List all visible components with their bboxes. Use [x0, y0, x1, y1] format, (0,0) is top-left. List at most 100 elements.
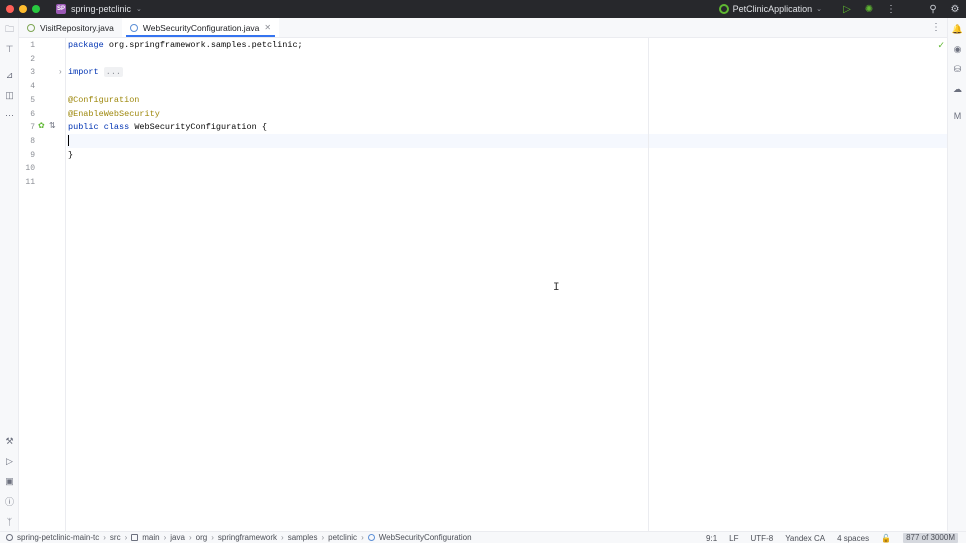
line-number: 9: [30, 150, 35, 160]
code-line-6: @Configuration: [68, 94, 139, 108]
search-icon[interactable]: ⚲: [922, 4, 944, 15]
line-number: 5: [30, 95, 35, 105]
breadcrumb: spring-petclinic-main-tc › src › main › …: [6, 533, 472, 542]
line-number: 1: [30, 41, 35, 50]
status-bar: spring-petclinic-main-tc › src › main › …: [0, 531, 966, 543]
commit-icon[interactable]: ⊤: [4, 44, 15, 55]
module-icon: [6, 534, 13, 541]
minimize-window-button[interactable]: [19, 5, 27, 13]
keyword-package: package: [68, 40, 104, 50]
fold-expand-icon[interactable]: ›: [59, 67, 62, 76]
code-line-3: import ...: [68, 66, 124, 80]
debug-icon[interactable]: ✺: [858, 4, 880, 15]
code-line-7: @EnableWebSecurity: [68, 108, 160, 122]
folded-imports[interactable]: ...: [103, 67, 124, 78]
tab-visit-repository[interactable]: VisitRepository.java: [19, 18, 122, 37]
status-widgets: 9:1 LF UTF-8 Yandex CA 4 spaces 🔓 877 of…: [706, 532, 958, 543]
annotation-configuration: @Configuration: [68, 94, 140, 105]
breadcrumb-item[interactable]: WebSecurityConfiguration: [379, 533, 472, 542]
problems-icon[interactable]: ⓘ: [4, 496, 15, 507]
code-line-8: public class WebSecurityConfiguration {: [68, 121, 267, 135]
breadcrumb-item[interactable]: main: [142, 533, 159, 542]
right-margin-guide: [648, 38, 649, 531]
project-name: spring-petclinic: [71, 4, 132, 14]
breadcrumb-item[interactable]: spring-petclinic-main-tc: [17, 533, 99, 542]
spring-bean-icon[interactable]: ✿: [38, 121, 45, 130]
folder-icon: [131, 534, 139, 541]
run-toolbar: PetClinicApplication ⌄ ▷ ✺ ⋮ ⚲ ⚙: [718, 0, 966, 18]
breadcrumb-item[interactable]: samples: [288, 533, 318, 542]
breadcrumb-item[interactable]: src: [110, 533, 121, 542]
interface-icon: [27, 23, 35, 32]
breadcrumb-separator: ›: [321, 533, 325, 542]
breadcrumb-item[interactable]: java: [170, 533, 185, 542]
git-icon[interactable]: ᛉ: [4, 516, 15, 527]
class-icon: [129, 23, 138, 32]
breadcrumb-separator: ›: [103, 533, 106, 542]
more-actions-icon[interactable]: ⋮: [880, 4, 902, 15]
keyword-public-class: public class: [68, 122, 130, 133]
code-line-10: }: [68, 149, 73, 163]
run-tool-icon[interactable]: ▷: [4, 456, 15, 467]
implementation-icon[interactable]: ⇅: [49, 121, 56, 130]
title-bar: SP spring-petclinic ⌄ PetClinicApplicati…: [0, 0, 966, 18]
current-line-highlight: [67, 134, 947, 148]
tab-options-icon[interactable]: ⋮: [931, 22, 941, 33]
class-declaration: WebSecurityConfiguration {: [129, 122, 267, 133]
chevron-down-icon: ⌄: [816, 6, 822, 13]
left-tool-window-bar: 🗀 ⊤ ⊿ ◫ ⋯ ⚒ ▷ ▣ ⓘ ᛉ: [0, 18, 19, 531]
breadcrumb-separator: ›: [211, 533, 214, 542]
tab-label: VisitRepository.java: [40, 22, 114, 33]
file-encoding[interactable]: UTF-8: [751, 534, 774, 543]
breadcrumb-item[interactable]: springframework: [218, 533, 277, 542]
code-editor[interactable]: 1 2 3 4 5 6 7 8 9 10 11 › ✿ ⇅ package or…: [19, 38, 947, 531]
line-number: 2: [30, 54, 35, 64]
more-tool-windows-icon[interactable]: ⋯: [4, 110, 15, 121]
read-only-lock-icon[interactable]: 🔓: [881, 534, 891, 543]
gradle-icon[interactable]: ☁: [952, 84, 963, 95]
run-configuration-selector[interactable]: PetClinicApplication ⌄: [718, 4, 822, 14]
line-number: 11: [25, 178, 35, 187]
line-number: 6: [30, 109, 35, 119]
run-configuration-name: PetClinicApplication: [732, 4, 813, 14]
text-caret: [68, 135, 69, 146]
line-number: 3: [30, 68, 35, 78]
close-window-button[interactable]: [6, 5, 14, 13]
pull-requests-icon[interactable]: ⊿: [4, 70, 15, 81]
breadcrumb-separator: ›: [361, 533, 364, 542]
class-icon: [367, 534, 375, 541]
tab-label: WebSecurityConfiguration.java: [142, 22, 260, 33]
caret-position[interactable]: 9:1: [706, 534, 717, 543]
certificate-status[interactable]: Yandex CA: [785, 534, 825, 543]
project-folder-icon[interactable]: 🗀: [4, 24, 15, 35]
breadcrumb-item[interactable]: org: [196, 533, 208, 542]
maximize-window-button[interactable]: [32, 5, 40, 13]
maven-icon[interactable]: M: [952, 110, 963, 121]
editor-tabs: VisitRepository.java WebSecurityConfigur…: [19, 18, 947, 38]
close-tab-icon[interactable]: ✕: [264, 23, 271, 32]
right-tool-window-bar: 🔔 ◉ ⛁ ☁ M: [947, 18, 966, 531]
settings-icon[interactable]: ⚙: [944, 4, 966, 15]
terminal-icon[interactable]: ▣: [4, 476, 15, 487]
structure-icon[interactable]: ◫: [4, 90, 15, 101]
tab-web-security-configuration[interactable]: WebSecurityConfiguration.java ✕: [121, 18, 280, 37]
ai-assistant-icon[interactable]: ◉: [952, 44, 963, 55]
indent-settings[interactable]: 4 spaces: [837, 534, 869, 543]
editor-gutter: 1 2 3 4 5 6 7 8 9 10 11 › ✿ ⇅: [19, 38, 66, 531]
build-icon[interactable]: ⚒: [4, 436, 15, 447]
notifications-icon[interactable]: 🔔: [952, 24, 963, 35]
no-problems-check-icon[interactable]: ✓: [937, 40, 945, 51]
breadcrumb-item[interactable]: petclinic: [328, 533, 357, 542]
breadcrumb-separator: ›: [281, 533, 284, 542]
line-number: 8: [30, 136, 35, 146]
breadcrumb-separator: ›: [124, 533, 128, 542]
line-separator[interactable]: LF: [729, 534, 738, 543]
project-switcher[interactable]: SP spring-petclinic ⌄: [56, 4, 142, 14]
spring-boot-icon: [718, 4, 729, 14]
project-badge: SP: [56, 4, 66, 14]
line-number: 4: [30, 82, 35, 92]
database-icon[interactable]: ⛁: [952, 64, 963, 75]
breadcrumb-separator: ›: [163, 533, 167, 542]
run-icon[interactable]: ▷: [836, 4, 858, 15]
memory-indicator[interactable]: 877 of 3000M: [903, 533, 958, 543]
